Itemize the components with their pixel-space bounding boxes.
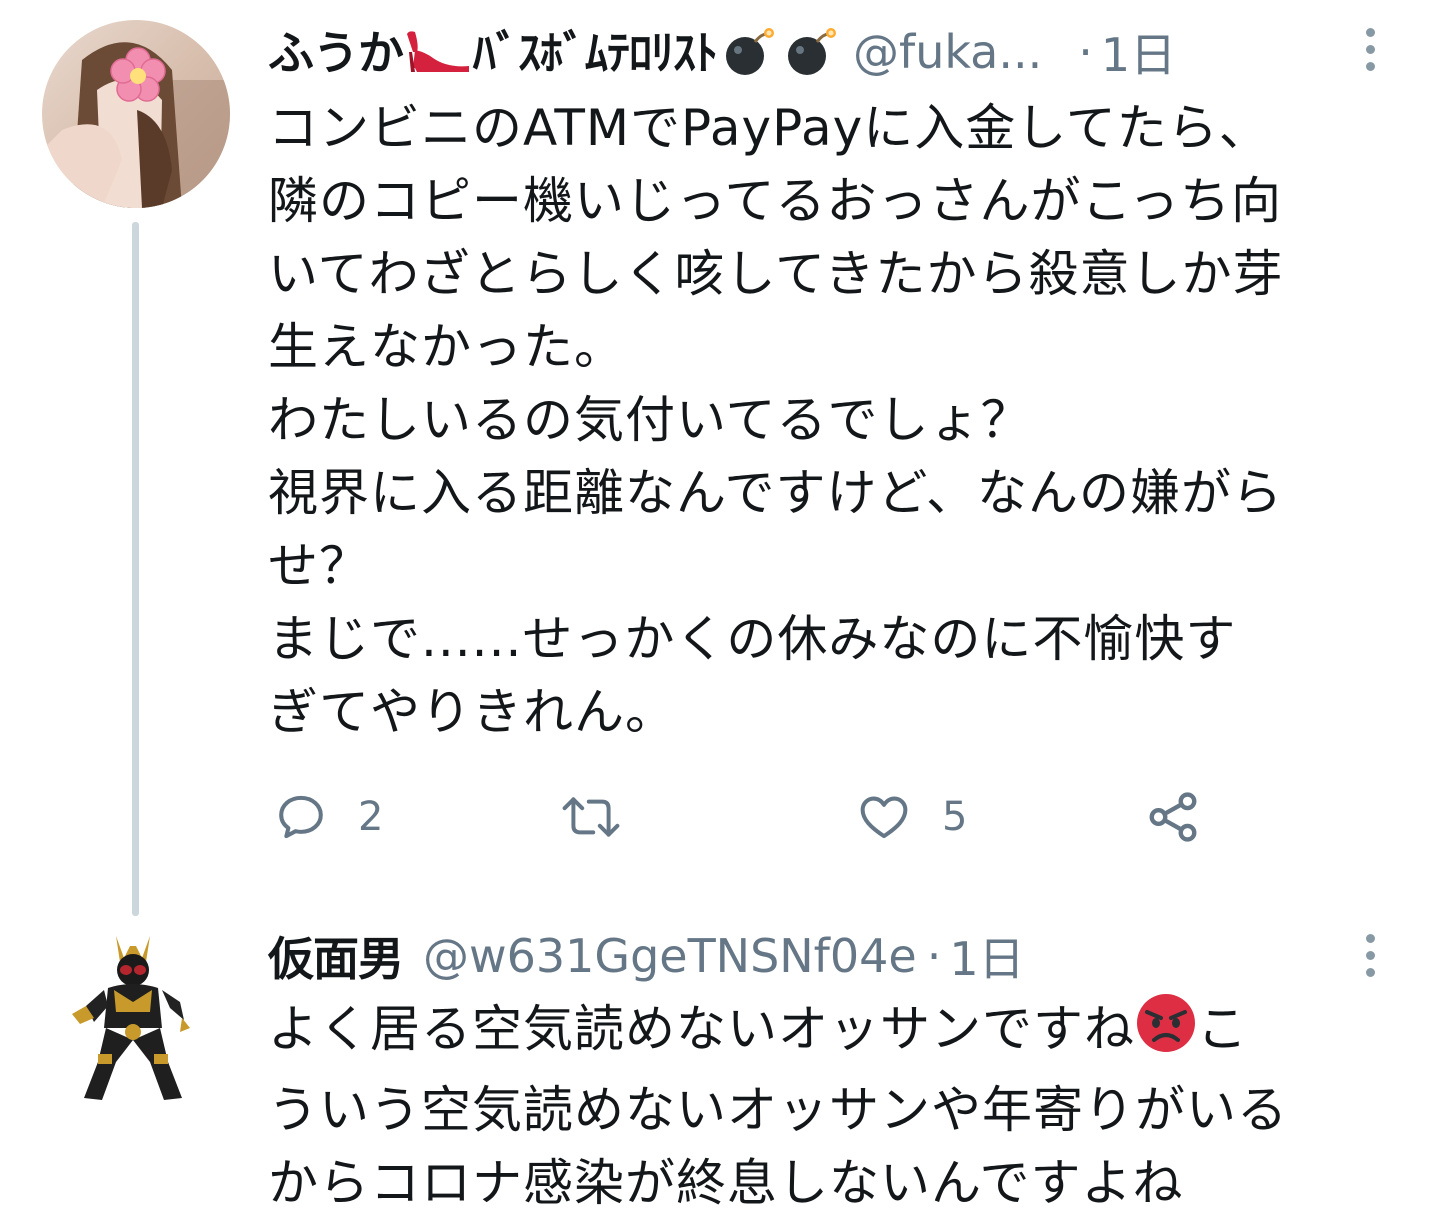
tweet-text-line: 隣のコピー機いじってるおっさんがこっち向 [268, 172, 1282, 230]
more-vertical-icon [1365, 28, 1375, 37]
more-dot [1365, 62, 1375, 71]
more-options-button[interactable] [1358, 934, 1382, 977]
tweet-text-line: わたしいるの気付いてるでしょ？ [268, 391, 1032, 449]
separator-dot: · [926, 929, 942, 983]
tweet-text: よく居る空気読めないオッサンですね こ ういう空気読めないオッサンや年寄りがいる… [268, 992, 1408, 1220]
more-dot [1365, 45, 1375, 54]
reply-icon [279, 795, 323, 839]
display-name[interactable]: 仮面男 [268, 923, 404, 989]
share-button[interactable] [1144, 785, 1202, 849]
like-button[interactable]: 5 [856, 785, 967, 849]
like-count: 5 [942, 794, 968, 840]
more-options-button[interactable] [1358, 28, 1382, 71]
user-handle[interactable]: @fuka... [853, 25, 1042, 79]
tweet-text-line: せ？ [268, 537, 370, 595]
tweet-text-line: ぎてやりきれん。 [268, 683, 676, 741]
masked-hero-avatar-icon [72, 936, 190, 1100]
tweet-text-line: いてわざとらしく咳してきたから殺意しか芽 [268, 245, 1284, 303]
more-dot [1365, 968, 1375, 977]
tweet-text-line: コンビニのATMでPayPayに入金してたら、 [268, 99, 1270, 157]
timestamp[interactable]: 1日 [949, 923, 1024, 989]
user-avatar[interactable] [42, 20, 230, 208]
display-name[interactable]: ふうか ﾊﾞｽﾎﾞﾑﾃﾛﾘｽﾄ [268, 17, 839, 87]
tweet-text-segment: よく居る空気読めないオッサンですね [268, 1000, 1135, 1058]
user-handle[interactable]: @w631GgeTNSNf04e [423, 929, 917, 983]
bomb-icon [721, 26, 777, 87]
tweet-2: 仮面男 @w631GgeTNSNf04e · 1日 よく居る空気読めないオッサン… [0, 900, 1440, 1213]
tweet-text-line: 生えなかった。 [268, 318, 625, 376]
tweet-1: ふうか ﾊﾞｽﾎﾞﾑﾃﾛﾘｽﾄ @fuka... · 1日 コンビニのATMでP… [0, 0, 1440, 916]
tweet-header: 仮面男 @w631GgeTNSNf04e · 1日 [268, 924, 1025, 988]
tweet-actions: 2 5 [268, 785, 1268, 849]
timestamp[interactable]: 1日 [1101, 19, 1176, 85]
thread-connector-line [132, 222, 139, 916]
reply-count: 2 [358, 794, 384, 840]
retweet-icon [562, 797, 620, 837]
share-icon [1149, 792, 1197, 842]
tweet-text: コンビニのATMでPayPayに入金してたら、 隣のコピー機いじってるおっさんが… [268, 92, 1408, 749]
tweet-text-segment: こ [1197, 1000, 1248, 1058]
user-avatar[interactable] [58, 928, 208, 1108]
more-vertical-icon [1365, 934, 1375, 943]
angry-face-icon [1135, 992, 1197, 1074]
reply-button[interactable]: 2 [274, 785, 383, 849]
separator-dot: · [1078, 25, 1093, 79]
tweet-text-line: ういう空気読めないオッサンや年寄りがいる [268, 1081, 1288, 1139]
bomb-icon [783, 26, 839, 87]
heart-icon [860, 796, 908, 839]
tweet-text-line: まじで......せっかくの休みなのに不愉快す [268, 610, 1237, 668]
tweet-text-line: からコロナ感染が終息しないんですよね [268, 1154, 1184, 1212]
tweet-text-line: 視界に入る距離なんですけど、なんの嫌がら [268, 464, 1283, 522]
flower-sticker-icon [110, 47, 166, 102]
retweet-button[interactable] [558, 785, 654, 849]
more-dot [1365, 951, 1375, 960]
tweet-text-line: よく居る空気読めないオッサンですね こ [268, 992, 1408, 1074]
tweet-header: ふうか ﾊﾞｽﾎﾞﾑﾃﾛﾘｽﾄ @fuka... · 1日 [268, 20, 1176, 84]
high-heel-icon [403, 28, 473, 85]
